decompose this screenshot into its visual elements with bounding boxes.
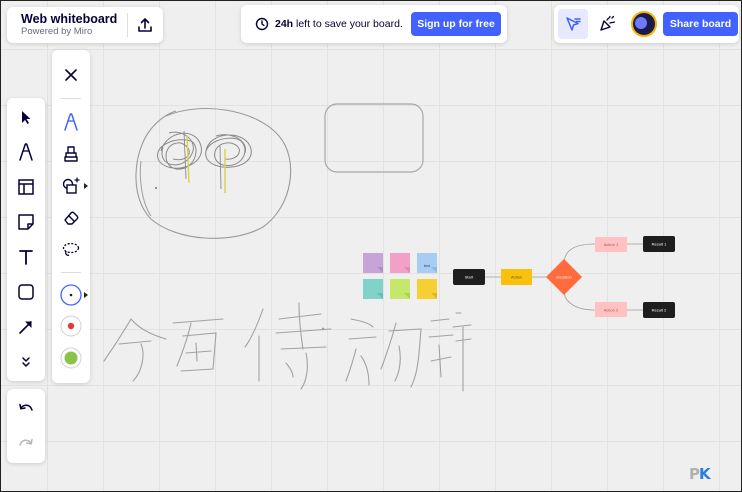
redo-button[interactable]	[11, 429, 41, 459]
board-title-panel: Web whiteboard Powered by Miro	[7, 7, 163, 43]
canvas-drawings[interactable]: text Start Action Decision Action 1 Acti…	[1, 1, 741, 491]
eraser-option[interactable]	[56, 203, 86, 233]
text-tool[interactable]	[11, 242, 41, 272]
sticky-note: text	[417, 253, 437, 273]
flow-connector	[563, 292, 596, 311]
sticky-note-cluster: text	[363, 253, 437, 299]
expand-arrow	[84, 183, 88, 189]
green-color-swatch	[60, 347, 82, 369]
sticky-note	[417, 279, 437, 299]
collaborator-cursors-button[interactable]	[558, 9, 588, 39]
handwriting-strokes	[103, 302, 472, 392]
lasso-icon	[62, 242, 80, 256]
svg-text:Action 2: Action 2	[604, 308, 619, 313]
divider	[61, 98, 81, 99]
undo-icon	[19, 403, 33, 411]
shape-icon	[18, 284, 34, 300]
sign-up-button[interactable]: Sign up for free	[411, 12, 501, 36]
eraser-icon	[64, 211, 79, 225]
export-button[interactable]	[128, 7, 163, 43]
sticky-note	[363, 279, 383, 299]
flowchart: Start Action Decision Action 1 Action 2 …	[453, 236, 675, 318]
stroke-size-option[interactable]	[56, 280, 86, 310]
sticky-note-icon	[18, 214, 34, 230]
highlighter-icon	[64, 146, 78, 162]
sticky-note-text: text	[424, 264, 430, 268]
pk-watermark: PK	[689, 465, 711, 483]
flow-action2-node: Action 2	[595, 302, 627, 317]
more-tools-button[interactable]	[11, 347, 41, 377]
upload-icon	[138, 18, 153, 32]
flow-action-node: Action	[501, 269, 532, 285]
svg-text:Decision: Decision	[556, 275, 571, 280]
stroke-size-icon	[60, 284, 82, 306]
rounded-rectangle-shape	[324, 103, 424, 173]
whiteboard-canvas[interactable]: text Start Action Decision Action 1 Acti…	[0, 0, 742, 492]
sticky-note	[390, 253, 410, 273]
sticky-note-tool[interactable]	[11, 207, 41, 237]
shape-tool[interactable]	[11, 277, 41, 307]
text-icon	[19, 250, 33, 265]
svg-text:Result 2: Result 2	[652, 308, 667, 313]
pen-tool[interactable]	[11, 137, 41, 167]
user-avatar[interactable]	[631, 11, 657, 37]
flow-connector	[563, 243, 596, 262]
arrow-icon	[19, 321, 32, 334]
left-eye-scribble	[156, 131, 202, 170]
clock-icon	[255, 17, 269, 31]
color-green-option[interactable]	[56, 343, 86, 373]
party-popper-icon	[600, 15, 616, 31]
pen-options-panel	[52, 50, 90, 383]
connection-line-tool[interactable]	[11, 312, 41, 342]
time-left: 24h	[275, 18, 294, 30]
notice-message: left to save your board.	[293, 18, 403, 30]
frame-icon	[18, 179, 34, 195]
save-notice-text: 24h left to save your board.	[275, 18, 407, 30]
lasso-option[interactable]	[56, 235, 86, 265]
divider	[61, 272, 81, 273]
reactions-button[interactable]	[592, 9, 622, 39]
cursor-filter-icon	[566, 17, 581, 31]
hand-drawn-face	[135, 107, 292, 239]
share-board-button[interactable]: Share board	[663, 12, 738, 36]
flow-action1-node: Action 1	[595, 237, 627, 252]
svg-text:Result 1: Result 1	[652, 242, 667, 247]
pen-icon	[19, 143, 33, 161]
main-toolbar	[7, 98, 45, 381]
flow-start-node: Start	[453, 269, 485, 285]
right-eye-scribble	[205, 134, 252, 168]
flow-decision-node: Decision	[546, 259, 582, 295]
select-icon	[22, 111, 31, 124]
highlighter-option[interactable]	[56, 139, 86, 169]
board-title[interactable]: Web whiteboard	[21, 12, 127, 26]
svg-text:Action: Action	[511, 275, 522, 280]
close-icon	[65, 69, 77, 81]
history-panel	[7, 389, 45, 463]
sticky-note	[363, 253, 383, 273]
sticky-note	[390, 279, 410, 299]
flow-result1-node: Result 1	[643, 236, 675, 252]
collaboration-panel: Share board	[554, 5, 739, 43]
more-tools-icon	[22, 357, 30, 367]
title-block: Web whiteboard Powered by Miro	[7, 12, 127, 38]
red-color-swatch	[60, 315, 82, 337]
select-tool[interactable]	[11, 102, 41, 132]
close-pen-panel-button[interactable]	[56, 60, 86, 90]
frame-tool[interactable]	[11, 172, 41, 202]
svg-text:Action 1: Action 1	[604, 242, 619, 247]
redo-icon	[19, 438, 33, 446]
flow-result2-node: Result 2	[643, 302, 675, 318]
svg-text:Start: Start	[465, 275, 474, 280]
pen-icon	[64, 113, 78, 131]
color-red-option[interactable]	[56, 311, 86, 341]
expand-arrow	[84, 292, 88, 298]
undo-button[interactable]	[11, 394, 41, 424]
smart-draw-icon	[62, 177, 80, 194]
powered-by-label: Powered by Miro	[21, 26, 93, 37]
smart-draw-option[interactable]	[56, 171, 86, 201]
pen-option[interactable]	[56, 107, 86, 137]
save-notice-panel: 24h left to save your board. Sign up for…	[241, 5, 507, 43]
